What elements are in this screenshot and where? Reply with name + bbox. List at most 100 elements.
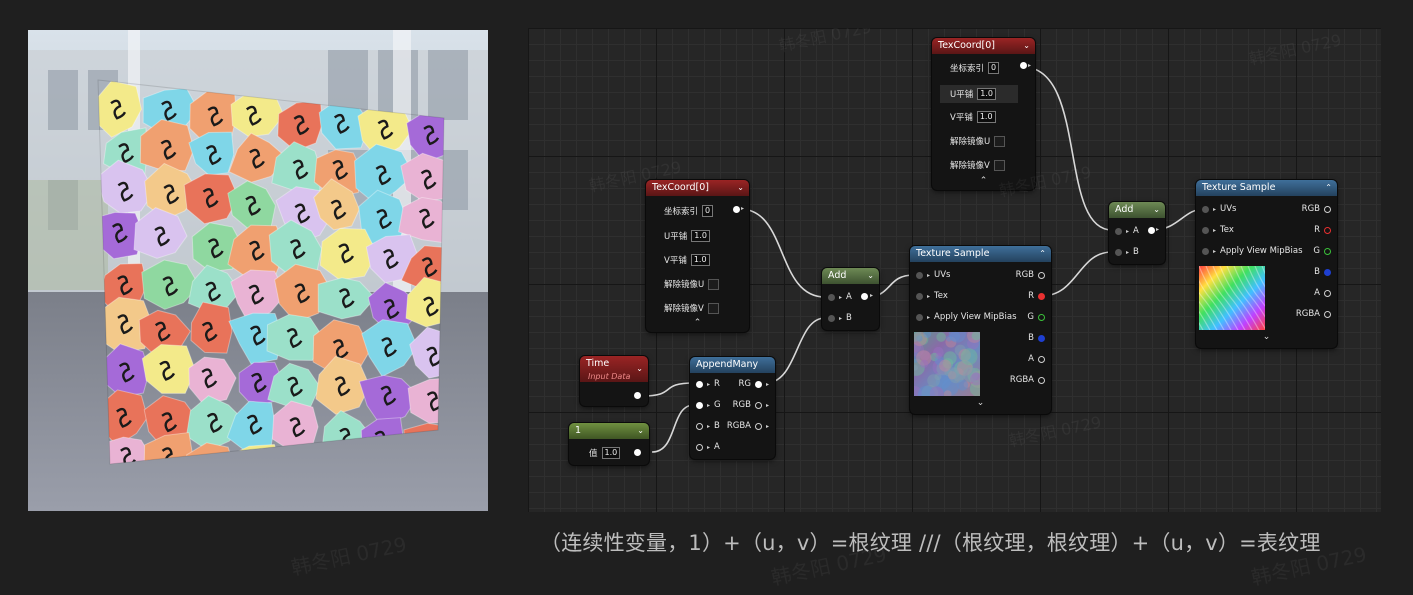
time-node[interactable]: Time ⌄ Input Data	[580, 356, 648, 406]
wire-time-to-append-r	[641, 382, 695, 397]
arrow-right-icon: ▸	[1156, 226, 1160, 233]
noise-blob	[957, 379, 968, 391]
input-a[interactable]: ▸ A	[828, 292, 852, 302]
watermark: 韩冬阳 0729	[289, 532, 409, 580]
constant-node[interactable]: 1 ⌄ 值 1.0	[569, 423, 649, 465]
output-pin[interactable]	[634, 449, 641, 456]
chevron-down-icon[interactable]: ⌄	[737, 180, 744, 196]
node-header[interactable]: 1 ⌄	[569, 423, 649, 439]
output-rg[interactable]: RG ▸	[738, 379, 769, 389]
swirl-texture-thumbnail	[1199, 266, 1265, 330]
output-rgb[interactable]: RGB	[1016, 270, 1045, 280]
output-pin[interactable]	[1020, 62, 1027, 69]
arrow-right-icon: ▸	[1028, 62, 1032, 69]
unmirror-u-label: 解除镜像U	[950, 137, 991, 147]
node-header[interactable]: Time ⌄ Input Data	[580, 356, 648, 382]
input-a[interactable]: ▸ A	[696, 442, 720, 452]
coord-index-input[interactable]: 0	[988, 62, 1000, 74]
chevron-down-icon[interactable]: ⌄	[1196, 332, 1337, 342]
output-pin[interactable]	[861, 293, 868, 300]
output-rgb[interactable]: RGB ▸	[733, 400, 769, 410]
noise-blob	[960, 348, 978, 366]
input-a[interactable]: ▸ A	[1115, 226, 1139, 236]
input-tex[interactable]: ▸ Tex	[916, 291, 948, 301]
output-pin[interactable]	[634, 392, 641, 399]
input-apply-view-mipbias[interactable]: ▸ Apply View MipBias	[1202, 246, 1303, 256]
chevron-up-icon[interactable]: ⌃	[646, 318, 749, 328]
value-input[interactable]: 1.0	[601, 447, 621, 459]
output-r[interactable]: R	[1314, 225, 1331, 235]
v-tile-label: V平铺	[950, 113, 973, 123]
chevron-down-icon[interactable]: ⌄	[910, 398, 1051, 408]
node-title: Time	[586, 358, 610, 369]
u-tile-input[interactable]: 1.0	[977, 88, 996, 100]
material-graph[interactable]: TexCoord[0] ⌄ 坐标索引 0 ▸ U平铺 1.0 V平铺 1.0 解…	[528, 28, 1381, 512]
chevron-down-icon[interactable]: ⌄	[636, 361, 643, 377]
chevron-down-icon[interactable]: ⌄	[637, 423, 644, 439]
node-subtitle: Input Data	[588, 372, 631, 381]
output-pin[interactable]	[733, 206, 740, 213]
output-rgba[interactable]: RGBA ▸	[727, 421, 769, 431]
v-tile-input[interactable]: 1.0	[976, 111, 996, 123]
unmirror-v-checkbox[interactable]	[993, 159, 1005, 171]
node-header[interactable]: TexCoord[0] ⌄	[646, 180, 749, 196]
wire-texsample-r-to-add-right-b	[1040, 251, 1113, 297]
texcoord-node-top[interactable]: TexCoord[0] ⌄ 坐标索引 0 ▸ U平铺 1.0 V平铺 1.0 解…	[932, 38, 1035, 190]
coord-index-input[interactable]: 0	[702, 205, 714, 217]
output-a[interactable]: A	[1028, 354, 1045, 364]
output-r[interactable]: R	[1028, 291, 1045, 301]
node-header[interactable]: TexCoord[0] ⌄	[932, 38, 1035, 54]
unmirror-v-label: 解除镜像V	[664, 304, 704, 314]
chevron-down-icon[interactable]: ⌄	[867, 268, 874, 284]
chevron-down-icon[interactable]: ⌄	[1153, 202, 1160, 218]
noise-blob	[920, 359, 929, 368]
node-header[interactable]: Add ⌄	[1109, 202, 1165, 218]
chevron-up-icon[interactable]: ⌃	[1325, 180, 1332, 196]
chevron-up-icon[interactable]: ⌃	[1039, 246, 1046, 262]
coord-index-label: 坐标索引	[950, 64, 985, 74]
u-tile-input[interactable]: 1.0	[691, 230, 710, 242]
input-b[interactable]: ▸ B	[696, 421, 720, 431]
node-title: Add	[828, 270, 847, 281]
noise-texture-thumbnail	[914, 332, 980, 396]
node-header[interactable]: Texture Sample ⌃	[910, 246, 1051, 262]
unmirror-v-checkbox[interactable]	[707, 302, 719, 314]
preview-scene	[28, 30, 488, 511]
input-uvs[interactable]: ▸ UVs	[1202, 204, 1236, 214]
input-r[interactable]: ▸ R	[696, 379, 720, 389]
add-node-right[interactable]: Add ⌄ ▸ A ▸ B ▸	[1109, 202, 1165, 264]
texture-sample-node-mid[interactable]: Texture Sample ⌃ ▸ UVs ▸ Tex ▸ Apply View M…	[910, 246, 1051, 414]
viewport-preview	[28, 30, 488, 511]
output-g[interactable]: G	[1313, 246, 1331, 256]
node-title: Add	[1115, 204, 1134, 215]
output-g[interactable]: G	[1027, 312, 1045, 322]
wire-texcoord-top-to-add-right-a	[1022, 66, 1113, 231]
unmirror-u-checkbox[interactable]	[994, 135, 1006, 147]
output-a[interactable]: A	[1314, 288, 1331, 298]
output-rgba[interactable]: RGBA	[1010, 375, 1045, 385]
texture-sample-node-right[interactable]: Texture Sample ⌃ ▸ UVs ▸ Tex ▸ Apply View M…	[1196, 180, 1337, 348]
output-pin[interactable]	[1148, 227, 1155, 234]
u-tile-label: U平铺	[664, 232, 688, 242]
u-tile-label: U平铺	[950, 90, 974, 100]
input-tex[interactable]: ▸ Tex	[1202, 225, 1234, 235]
output-rgba[interactable]: RGBA	[1296, 309, 1331, 319]
input-b[interactable]: ▸ B	[828, 313, 852, 323]
v-tile-input[interactable]: 1.0	[690, 254, 710, 266]
input-b[interactable]: ▸ B	[1115, 247, 1139, 257]
output-b[interactable]: B	[1028, 333, 1045, 343]
output-rgb[interactable]: RGB	[1302, 204, 1331, 214]
node-title: TexCoord[0]	[938, 40, 995, 51]
node-header[interactable]: AppendMany	[690, 357, 775, 373]
input-apply-view-mipbias[interactable]: ▸ Apply View MipBias	[916, 312, 1017, 322]
output-b[interactable]: B	[1314, 267, 1331, 277]
input-uvs[interactable]: ▸ UVs	[916, 270, 950, 280]
append-many-node[interactable]: AppendMany ▸ R ▸ G ▸ B ▸ A RG ▸ RGB ▸ RGBA ▸	[690, 357, 775, 459]
unmirror-u-checkbox[interactable]	[708, 278, 720, 290]
node-header[interactable]: Texture Sample ⌃	[1196, 180, 1337, 196]
input-g[interactable]: ▸ G	[696, 400, 721, 410]
node-header[interactable]: Add ⌄	[822, 268, 879, 284]
texcoord-node-left[interactable]: TexCoord[0] ⌄ 坐标索引 0 ▸ U平铺 1.0 V平铺 1.0 解…	[646, 180, 749, 332]
chevron-down-icon[interactable]: ⌄	[1023, 38, 1030, 54]
add-node-left[interactable]: Add ⌄ ▸ A ▸ B ▸	[822, 268, 879, 330]
